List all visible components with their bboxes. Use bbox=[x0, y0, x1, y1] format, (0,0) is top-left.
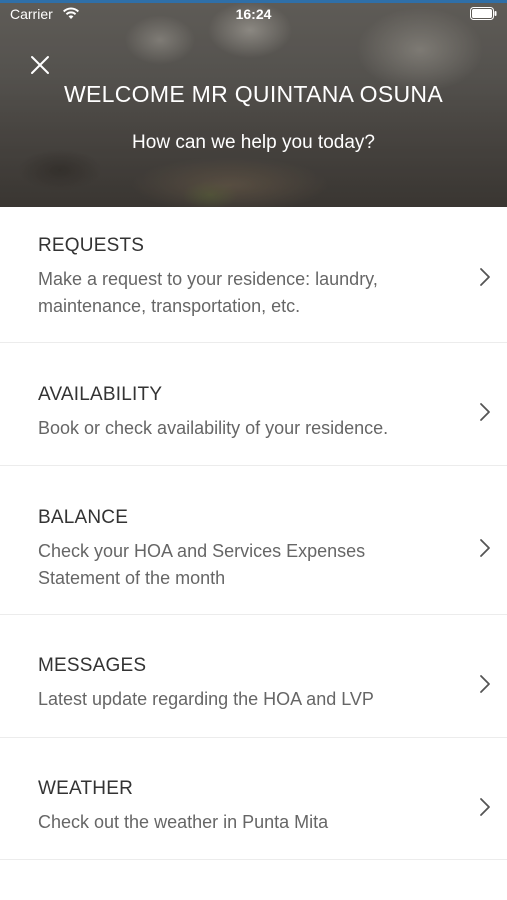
chevron-right-icon bbox=[480, 403, 490, 421]
menu-item-title: MESSAGES bbox=[38, 655, 147, 676]
menu-list: REQUESTS Make a request to your residenc… bbox=[0, 207, 507, 860]
chevron-right-icon bbox=[480, 798, 490, 816]
menu-item-messages[interactable]: MESSAGES Latest update regarding the HOA… bbox=[0, 615, 507, 738]
status-bar: Carrier 16:24 bbox=[0, 3, 507, 25]
chevron-right-icon bbox=[480, 675, 490, 693]
clock: 16:24 bbox=[235, 6, 272, 22]
chevron-right-icon bbox=[480, 539, 490, 557]
welcome-title: WELCOME MR QUINTANA OSUNA bbox=[64, 81, 443, 107]
menu-item-balance[interactable]: BALANCE Check your HOA and Services Expe… bbox=[0, 466, 507, 615]
menu-item-title: BALANCE bbox=[38, 507, 129, 528]
menu-item-title: AVAILABILITY bbox=[38, 384, 163, 405]
menu-item-description: Book or check availability of your resid… bbox=[38, 418, 389, 438]
menu-item-title: WEATHER bbox=[38, 778, 133, 799]
menu-item-description: Make a request to your residence: laundr… bbox=[38, 269, 378, 316]
menu-item-description: Latest update regarding the HOA and LVP bbox=[38, 689, 374, 709]
menu-item-weather[interactable]: WEATHER Check out the weather in Punta M… bbox=[0, 738, 507, 860]
chevron-right-icon bbox=[480, 268, 490, 286]
menu-item-requests[interactable]: REQUESTS Make a request to your residenc… bbox=[0, 207, 507, 343]
welcome-subtitle: How can we help you today? bbox=[132, 132, 375, 153]
battery-icon bbox=[470, 7, 497, 20]
menu-item-description: Check your HOA and Services Expenses Sta… bbox=[38, 541, 366, 588]
close-icon[interactable] bbox=[28, 53, 52, 77]
menu-item-availability[interactable]: AVAILABILITY Book or check availability … bbox=[0, 343, 507, 466]
menu-item-title: REQUESTS bbox=[38, 235, 145, 256]
menu-item-description: Check out the weather in Punta Mita bbox=[38, 812, 329, 832]
